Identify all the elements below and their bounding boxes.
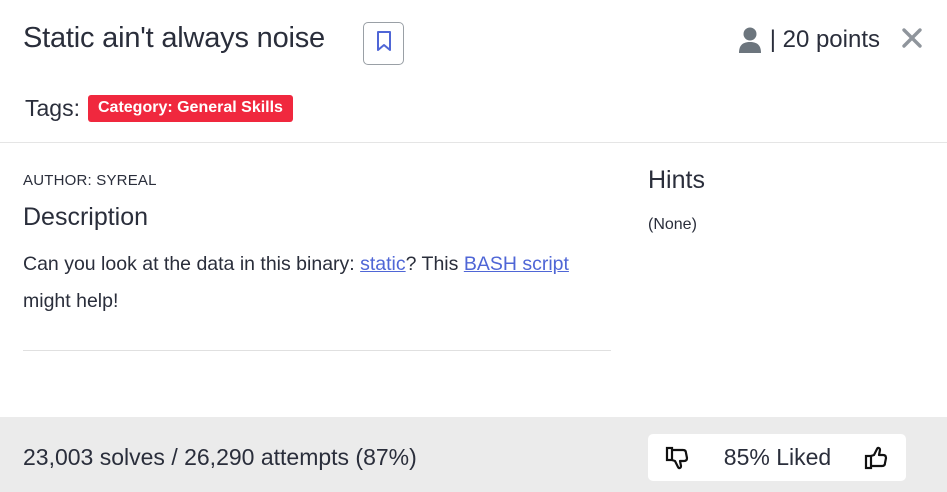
description-text-part: ? This bbox=[405, 253, 464, 275]
like-rating-box: 85% Liked bbox=[648, 434, 906, 481]
description-heading: Description bbox=[23, 203, 149, 231]
close-icon bbox=[899, 24, 925, 52]
description-text-part: might help! bbox=[23, 290, 119, 312]
thumbs-up-icon bbox=[864, 446, 888, 469]
author-label: AUTHOR: SYREAL bbox=[23, 172, 157, 189]
description-text: Can you look at the data in this binary:… bbox=[23, 246, 611, 320]
points-label: | 20 points bbox=[769, 26, 880, 53]
static-file-link[interactable]: static bbox=[360, 253, 406, 275]
challenge-title: Static ain't always noise bbox=[23, 22, 325, 54]
points-display: | 20 points bbox=[738, 26, 880, 54]
bookmark-icon bbox=[375, 30, 393, 57]
liked-percentage: 85% Liked bbox=[723, 444, 832, 470]
thumbs-up-button[interactable] bbox=[864, 445, 890, 471]
user-icon bbox=[738, 26, 762, 54]
bash-script-link[interactable]: BASH script bbox=[464, 253, 569, 275]
hints-heading: Hints bbox=[648, 166, 705, 194]
category-badge[interactable]: Category: General Skills bbox=[87, 95, 293, 122]
description-divider bbox=[23, 350, 611, 351]
thumbs-down-icon bbox=[665, 446, 689, 469]
tags-label: Tags: bbox=[25, 95, 80, 121]
solves-count: 23,003 solves / 26,290 attempts (87%) bbox=[23, 444, 417, 470]
hints-panel: Hints (None) bbox=[648, 166, 705, 234]
stats-footer: 23,003 solves / 26,290 attempts (87%) 85… bbox=[0, 417, 947, 492]
hints-content: (None) bbox=[648, 216, 697, 233]
close-button[interactable] bbox=[899, 24, 925, 52]
thumbs-down-button[interactable] bbox=[665, 445, 691, 471]
description-text-part: Can you look at the data in this binary: bbox=[23, 253, 361, 275]
tags-row: Tags: Category: General Skills bbox=[25, 95, 293, 122]
challenge-header: Static ain't always noise | 20 points Ta… bbox=[0, 0, 947, 143]
description-panel: AUTHOR: SYREAL Description Can you look … bbox=[23, 172, 611, 320]
bookmark-button[interactable] bbox=[363, 22, 404, 65]
